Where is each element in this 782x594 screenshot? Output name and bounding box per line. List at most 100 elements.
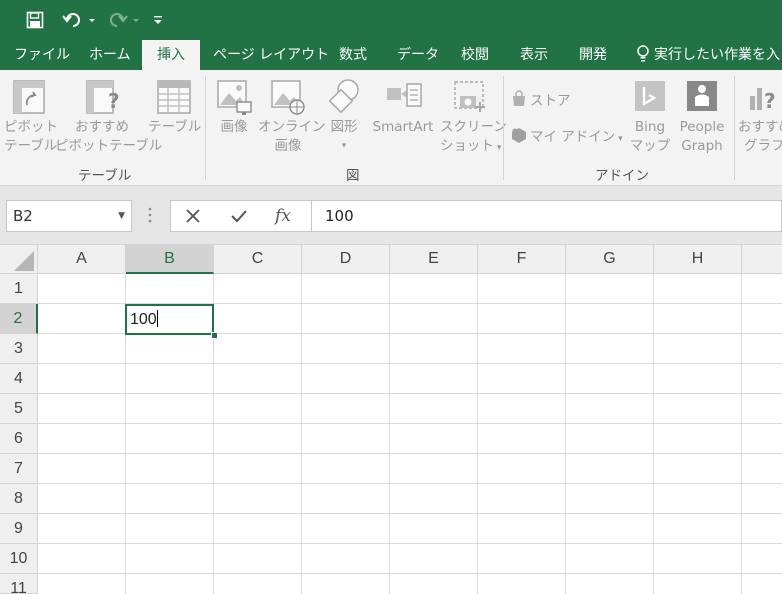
formula-divider xyxy=(311,201,312,231)
column-header-h[interactable]: H xyxy=(654,245,742,274)
formula-box: fx 100 xyxy=(170,200,782,232)
addin-icon xyxy=(512,128,526,143)
row-header-11[interactable]: 11 xyxy=(0,574,38,594)
customize-icon[interactable] xyxy=(150,8,166,32)
row-header-3[interactable]: 3 xyxy=(0,334,38,364)
row-header-6[interactable]: 6 xyxy=(0,424,38,454)
gridline xyxy=(38,393,782,394)
gridline xyxy=(38,513,782,514)
grip-icon[interactable] xyxy=(148,206,152,228)
bing-icon xyxy=(635,81,665,111)
shapes-icon xyxy=(328,79,359,114)
row-header-9[interactable]: 9 xyxy=(0,514,38,544)
row-header-4[interactable]: 4 xyxy=(0,364,38,394)
lightbulb-icon xyxy=(637,45,649,62)
column-header-b[interactable]: B xyxy=(126,245,214,274)
enter-check-icon[interactable] xyxy=(225,201,253,231)
gridline xyxy=(38,363,782,364)
people-graph-icon xyxy=(687,81,717,111)
tell-me-text: 実行したい作業を入 xyxy=(654,47,780,63)
gridline xyxy=(38,543,782,544)
tab-developer[interactable]: 開発 xyxy=(579,40,607,70)
tab-view[interactable]: 表示 xyxy=(520,40,548,70)
column-header-f[interactable]: F xyxy=(478,245,566,274)
pivot-table-icon xyxy=(13,80,45,114)
fill-handle[interactable] xyxy=(211,332,218,339)
worksheet-grid: A B C D E F G H 1 2 3 4 5 6 7 8 9 10 11 xyxy=(0,245,782,594)
row-header-5[interactable]: 5 xyxy=(0,394,38,424)
store-button[interactable]: ストア xyxy=(510,90,590,111)
group-label-illustrations: 図 xyxy=(346,168,360,184)
row-header-2[interactable]: 2 xyxy=(0,304,38,334)
screenshot-button[interactable]: スクリーン ショット ▾ xyxy=(440,78,507,158)
my-addins-button[interactable]: マイ アドイン ▾ xyxy=(510,126,625,149)
ribbon-insert: ピボット テーブル ? おすすめ ピボットテーブル テーブル テーブル 画像 オ… xyxy=(0,70,782,186)
gridline xyxy=(389,274,390,594)
formula-bar: B2 ▼ fx 100 xyxy=(0,186,782,245)
column-header-e[interactable]: E xyxy=(390,245,478,274)
recommended-chart-icon: ? xyxy=(750,88,776,113)
redo-icon[interactable] xyxy=(104,8,142,32)
tab-file[interactable]: ファイル xyxy=(14,40,70,70)
shapes-button[interactable]: 図形 ▾ xyxy=(322,78,366,156)
svg-text:?: ? xyxy=(764,89,776,113)
tab-home[interactable]: ホーム xyxy=(89,40,131,70)
smartart-button[interactable]: SmartArt xyxy=(368,78,438,137)
bing-maps-button[interactable]: Bing マップ xyxy=(628,78,672,156)
column-header-i[interactable] xyxy=(742,245,782,274)
store-icon xyxy=(513,90,525,106)
online-picture-button[interactable]: オンライン 画像 xyxy=(258,78,326,156)
tell-me-box[interactable]: 実行したい作業を入 xyxy=(636,40,780,70)
column-header-c[interactable]: C xyxy=(214,245,302,274)
recommended-chart-button[interactable]: ? おすすめ グラフ xyxy=(738,78,782,156)
tab-review[interactable]: 校閲 xyxy=(461,40,489,70)
insert-function-button[interactable]: fx xyxy=(269,201,297,231)
picture-button[interactable]: 画像 xyxy=(214,78,254,137)
ribbon-separator xyxy=(503,76,504,180)
gridline xyxy=(565,274,566,594)
group-label-table: テーブル xyxy=(78,168,132,184)
screenshot-icon xyxy=(454,81,485,112)
table-button[interactable]: テーブル xyxy=(148,78,201,137)
gridline xyxy=(301,274,302,594)
smartart-icon xyxy=(387,83,422,107)
gridline xyxy=(38,423,782,424)
chevron-down-icon: ▾ xyxy=(615,134,623,144)
save-icon[interactable] xyxy=(22,8,48,32)
select-all-button[interactable] xyxy=(0,245,38,274)
column-header-a[interactable]: A xyxy=(38,245,126,274)
chevron-down-icon: ▾ xyxy=(341,141,347,151)
table-icon xyxy=(157,80,191,114)
row-header-7[interactable]: 7 xyxy=(0,454,38,484)
pivot-table-button[interactable]: ピボット テーブル xyxy=(4,78,58,156)
recommended-pivot-button[interactable]: ? おすすめ ピボットテーブル xyxy=(55,78,162,156)
tab-formulas[interactable]: 数式 xyxy=(339,40,367,70)
text-cursor xyxy=(156,310,158,327)
tab-page-layout[interactable]: ページ レイアウト xyxy=(213,40,329,70)
name-box[interactable]: B2 ▼ xyxy=(6,200,132,232)
active-cell-b2[interactable]: 100 xyxy=(125,304,214,335)
gridline xyxy=(38,453,782,454)
column-header-d[interactable]: D xyxy=(302,245,390,274)
title-bar xyxy=(0,0,782,40)
column-header-g[interactable]: G xyxy=(566,245,654,274)
tab-insert[interactable]: 挿入 xyxy=(142,40,200,70)
people-graph-button[interactable]: People Graph xyxy=(674,78,730,156)
row-header-10[interactable]: 10 xyxy=(0,544,38,574)
recommended-pivot-icon: ? xyxy=(86,80,120,114)
gridline xyxy=(477,274,478,594)
tab-data[interactable]: データ xyxy=(397,40,439,70)
row-header-1[interactable]: 1 xyxy=(0,274,38,304)
row-header-8[interactable]: 8 xyxy=(0,484,38,514)
online-picture-icon xyxy=(271,80,305,115)
gridline xyxy=(38,573,782,574)
svg-text:?: ? xyxy=(108,89,120,113)
chevron-down-icon[interactable]: ▼ xyxy=(118,201,125,231)
cancel-icon[interactable] xyxy=(179,201,207,231)
ribbon-separator xyxy=(205,76,206,180)
picture-icon xyxy=(217,80,252,115)
group-label-addins: アドイン xyxy=(595,168,649,184)
undo-icon[interactable] xyxy=(60,8,98,32)
ribbon-tabs: ファイル ホーム 挿入 ページ レイアウト 数式 データ 校閲 表示 開発 実行… xyxy=(0,40,782,70)
formula-input[interactable]: 100 xyxy=(325,201,354,231)
